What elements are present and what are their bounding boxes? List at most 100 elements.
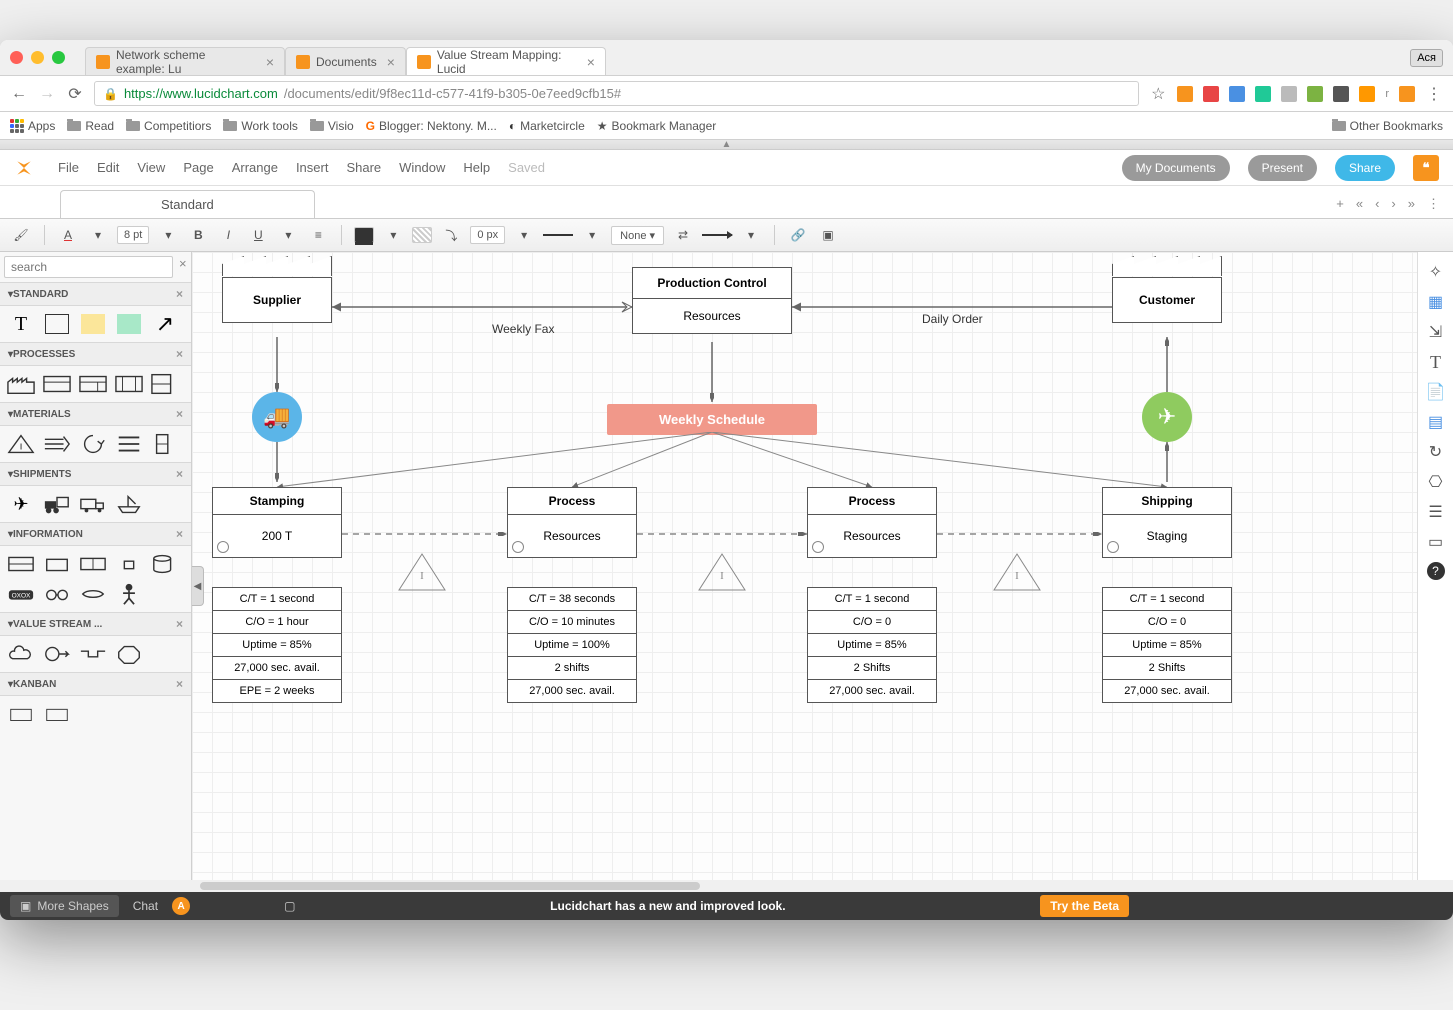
- last-page-icon[interactable]: »: [1405, 196, 1418, 212]
- data-box[interactable]: C/T = 38 secondsC/O = 10 minutesUptime =…: [507, 587, 637, 703]
- add-page-icon[interactable]: +: [1333, 196, 1347, 212]
- extension-icon[interactable]: [1229, 86, 1245, 102]
- url-field[interactable]: 🔒 https://www.lucidchart.com/documents/e…: [94, 81, 1139, 106]
- back-icon[interactable]: ←: [10, 85, 28, 103]
- menu-insert[interactable]: Insert: [296, 160, 329, 175]
- menu-icon[interactable]: ⋮: [1425, 85, 1443, 103]
- data-box[interactable]: C/T = 1 secondC/O = 0Uptime = 85%2 Shift…: [1102, 587, 1232, 703]
- next-page-icon[interactable]: ›: [1388, 196, 1398, 212]
- fill-menu[interactable]: ▾: [382, 224, 404, 246]
- process-node[interactable]: ShippingStaging: [1102, 487, 1232, 558]
- navigator-icon[interactable]: ✧: [1426, 262, 1446, 282]
- database-shape[interactable]: [150, 552, 180, 576]
- prev-page-icon[interactable]: ‹: [1372, 196, 1382, 212]
- databox-shape[interactable]: [150, 372, 180, 396]
- small-box-shape[interactable]: [114, 552, 144, 576]
- stop-shape[interactable]: [114, 642, 144, 666]
- line-width-stepper[interactable]: ▾: [513, 224, 535, 246]
- menu-page[interactable]: Page: [183, 160, 213, 175]
- canvas[interactable]: Supplier Customer Production Control Res…: [192, 252, 1417, 880]
- line-width-input[interactable]: 0 px: [470, 226, 505, 244]
- forward-icon[interactable]: →: [38, 85, 56, 103]
- rect-shape[interactable]: [42, 312, 72, 336]
- close-window-icon[interactable]: [10, 51, 23, 64]
- reload-icon[interactable]: ⟳: [66, 85, 84, 103]
- presentation-icon[interactable]: ▭: [1426, 532, 1446, 552]
- paint-format-icon[interactable]: 🖌: [10, 224, 32, 246]
- extension-icon[interactable]: [1177, 86, 1193, 102]
- close-tab-icon[interactable]: ×: [587, 54, 595, 70]
- clear-search-icon[interactable]: ×: [173, 256, 192, 278]
- info-split-shape[interactable]: [78, 552, 108, 576]
- extension-icon[interactable]: [1281, 86, 1297, 102]
- line-curve-icon[interactable]: ⤵: [440, 224, 462, 246]
- bm-link[interactable]: ★Bookmark Manager: [597, 119, 716, 133]
- kanban-shape[interactable]: [42, 702, 72, 726]
- supermarket-shape[interactable]: [114, 432, 144, 456]
- process-shape[interactable]: [42, 372, 72, 396]
- text-shape[interactable]: T: [6, 312, 36, 336]
- factory-shape[interactable]: [6, 372, 36, 396]
- more-shapes-button[interactable]: ▣More Shapes: [10, 895, 119, 917]
- section-standard[interactable]: ▾ STANDARD×: [0, 282, 191, 306]
- collapse-sidebar-icon[interactable]: ◀: [192, 566, 204, 606]
- font-size-stepper[interactable]: ▾: [157, 224, 179, 246]
- truck-icon[interactable]: 🚚: [252, 392, 302, 442]
- search-input[interactable]: [4, 256, 173, 278]
- section-processes[interactable]: ▾ PROCESSES×: [0, 342, 191, 366]
- section-vsm[interactable]: ▾ VALUE STREAM ...×: [0, 612, 191, 636]
- section-kanban[interactable]: ▾ KANBAN×: [0, 672, 191, 696]
- timeline-shape[interactable]: [78, 642, 108, 666]
- font-menu[interactable]: ▾: [87, 224, 109, 246]
- lucidchart-logo-icon[interactable]: [14, 158, 34, 178]
- note-shape[interactable]: [78, 312, 108, 336]
- close-tab-icon[interactable]: ×: [387, 54, 395, 70]
- present-button[interactable]: Present: [1248, 155, 1317, 181]
- inventory-node[interactable]: I: [397, 552, 447, 592]
- document-icon[interactable]: 📄: [1426, 382, 1446, 402]
- section-shipments[interactable]: ▾ SHIPMENTS×: [0, 462, 191, 486]
- bold-icon[interactable]: B: [187, 224, 209, 246]
- text-color-icon[interactable]: A: [57, 224, 79, 246]
- safety-stock-shape[interactable]: [150, 432, 180, 456]
- extension-icon[interactable]: [1307, 86, 1323, 102]
- line-style-menu[interactable]: ▾: [581, 224, 603, 246]
- close-icon[interactable]: ×: [176, 287, 183, 301]
- process-node[interactable]: Stamping200 T: [212, 487, 342, 558]
- forklift-shape[interactable]: [42, 492, 72, 516]
- font-size-input[interactable]: 8 pt: [117, 226, 149, 244]
- process-node[interactable]: ProcessResources: [507, 487, 637, 558]
- share-button[interactable]: Share: [1335, 155, 1395, 181]
- arrow-shape[interactable]: ↗: [150, 312, 180, 336]
- inventory-node[interactable]: I: [697, 552, 747, 592]
- close-icon[interactable]: ×: [176, 407, 183, 421]
- bm-folder[interactable]: Competitiors: [126, 119, 211, 133]
- collapse-handle[interactable]: ▲: [0, 140, 1453, 150]
- menu-edit[interactable]: Edit: [97, 160, 119, 175]
- shared-shape[interactable]: [114, 372, 144, 396]
- inventory-node[interactable]: I: [992, 552, 1042, 592]
- oxox-shape[interactable]: OXOX: [6, 582, 36, 606]
- block-shape[interactable]: [114, 312, 144, 336]
- border-color-icon[interactable]: [412, 227, 432, 243]
- bm-apps[interactable]: Apps: [10, 119, 55, 133]
- info-box-shape[interactable]: [42, 552, 72, 576]
- plane-shape[interactable]: ✈: [6, 492, 36, 516]
- browser-tab[interactable]: Value Stream Mapping: Lucid×: [406, 47, 606, 75]
- data-box[interactable]: C/T = 1 secondC/O = 0Uptime = 85%2 Shift…: [807, 587, 937, 703]
- menu-arrange[interactable]: Arrange: [232, 160, 278, 175]
- link-icon[interactable]: 🔗: [787, 224, 809, 246]
- close-icon[interactable]: ×: [176, 617, 183, 631]
- customer-node[interactable]: Customer: [1112, 277, 1222, 323]
- close-tab-icon[interactable]: ×: [266, 54, 274, 70]
- bm-folder[interactable]: Work tools: [223, 119, 297, 133]
- menu-file[interactable]: File: [58, 160, 79, 175]
- kanban-shape[interactable]: [6, 702, 36, 726]
- extension-icon[interactable]: [1255, 86, 1271, 102]
- page-menu-icon[interactable]: ⋮: [1424, 196, 1443, 212]
- my-documents-button[interactable]: My Documents: [1122, 155, 1230, 181]
- try-beta-button[interactable]: Try the Beta: [1040, 895, 1129, 917]
- layers-icon[interactable]: ☰: [1426, 502, 1446, 522]
- close-icon[interactable]: ×: [176, 527, 183, 541]
- push-arrow-shape[interactable]: [42, 432, 72, 456]
